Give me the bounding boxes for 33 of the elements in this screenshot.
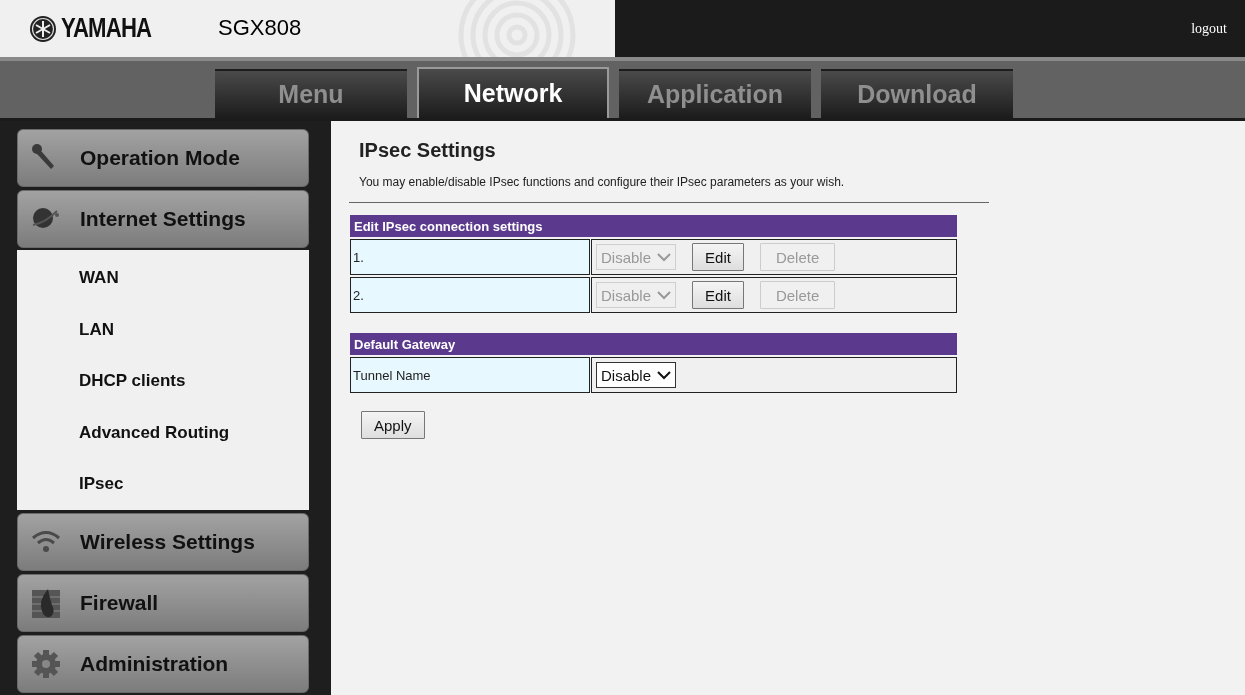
page-title: IPsec Settings <box>359 139 496 162</box>
page-description: You may enable/disable IPsec functions and configure their IPsec parameters as your wish. <box>359 175 845 189</box>
dropdown[interactable]: Disable <box>596 362 677 388</box>
model-name: SGX808 <box>218 15 302 41</box>
action-button[interactable]: Edit <box>692 243 744 271</box>
logout-link[interactable]: logout <box>1191 20 1227 37</box>
sidebar-menu-item[interactable]: Internet Settings <box>17 190 309 248</box>
sidebar-menu-item[interactable]: Wireless Settings <box>17 512 309 571</box>
sidebar-menu-item[interactable]: Firewall <box>17 573 309 632</box>
nav-tab[interactable]: Network <box>417 67 609 118</box>
logo-icon <box>29 14 57 43</box>
sidebar-menu-item[interactable]: Operation Mode <box>17 129 309 187</box>
sidebar-menu-item[interactable]: Administration <box>17 634 309 693</box>
section-header: Edit IPsec connection settings <box>350 215 957 237</box>
table-cell: 2. <box>350 277 590 313</box>
chevron-icon <box>657 370 672 380</box>
submenu-item[interactable]: Advanced Routing <box>17 406 230 458</box>
submenu-item[interactable]: LAN <box>17 303 114 355</box>
chevron-icon <box>657 290 672 300</box>
nav-tab[interactable]: Application <box>619 69 811 118</box>
section-header: Default Gateway <box>350 333 957 355</box>
submenu-item[interactable]: WAN <box>17 252 119 304</box>
table-cell: 1. <box>350 239 590 275</box>
nav-tab[interactable]: Download <box>821 69 1013 118</box>
submenu-item[interactable]: IPsec <box>17 458 124 510</box>
apply-button[interactable]: Apply <box>361 411 425 439</box>
submenu-item[interactable]: DHCP clients <box>17 355 186 407</box>
nav-tab[interactable]: Menu <box>215 69 407 118</box>
brand-logo: YAMAHA <box>61 13 152 44</box>
gear-icon <box>30 647 62 680</box>
table-cell: Tunnel Name <box>350 357 590 393</box>
chevron-icon <box>657 252 672 262</box>
action-button[interactable]: Edit <box>692 281 744 309</box>
